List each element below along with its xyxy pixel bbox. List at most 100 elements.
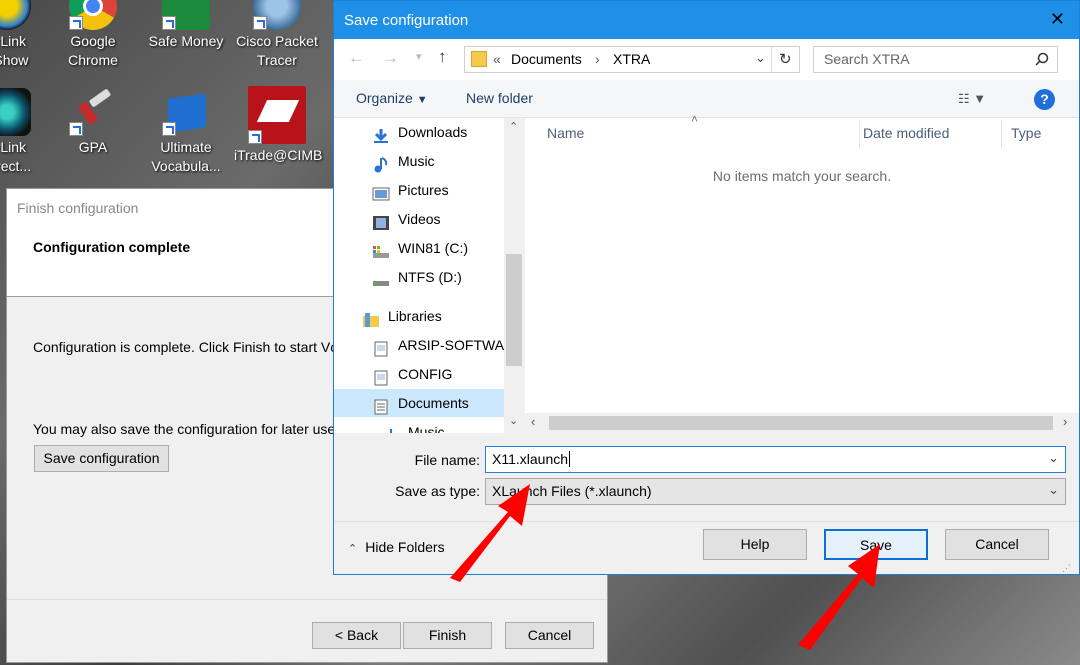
refresh-icon[interactable]: ↻	[779, 50, 792, 68]
search-input[interactable]: Search XTRA	[813, 46, 1058, 73]
nav-label: CONFIG	[398, 366, 453, 382]
desktop-icon-label: Tracer	[257, 52, 297, 68]
resize-grip-icon[interactable]: ⋰	[1062, 563, 1071, 574]
desktop-icon-powerlink-director[interactable]: erLink Direct...	[0, 88, 50, 176]
recent-locations-chevron-icon[interactable]: ▾	[416, 50, 422, 63]
chrome-icon	[69, 0, 117, 30]
wizard-divider	[7, 599, 607, 600]
itrade-icon	[248, 86, 306, 144]
file-list-pane: ˄ Name Date modified Type No items match…	[525, 112, 1079, 433]
desktop-icon-cisco-packet-tracer[interactable]: Cisco Packet Tracer	[234, 0, 320, 70]
drive-icon	[372, 270, 390, 287]
nav-label: Music	[408, 424, 445, 433]
scroll-down-icon[interactable]: ⌄	[509, 414, 518, 427]
collapse-chevron-icon: ⌃	[348, 543, 358, 555]
address-dropdown-chevron-icon[interactable]: ⌄	[755, 50, 766, 66]
navigation-scrollbar[interactable]: ⌃ ⌄	[504, 118, 524, 433]
nav-item-downloads[interactable]: Downloads	[372, 118, 467, 146]
desktop-icon-itrade-cimb[interactable]: iTrade@CIMB	[234, 86, 323, 165]
desktop-icon-label: Cisco Packet	[236, 33, 318, 49]
new-folder-button[interactable]: New folder	[466, 90, 533, 106]
horizontal-scrollbar[interactable]: ‹ ›	[525, 413, 1079, 433]
back-button[interactable]: < Back	[312, 622, 401, 649]
annotation-arrow-save-button	[798, 544, 880, 650]
book-icon	[162, 88, 210, 136]
empty-message: No items match your search.	[712, 168, 892, 184]
desktop-icon-powerlink-show[interactable]: erLink aShow	[0, 0, 50, 70]
nav-item-music-library[interactable]: Music	[382, 418, 445, 433]
save-configuration-button[interactable]: Save configuration	[34, 445, 169, 472]
shortcut-arrow-icon	[162, 122, 176, 136]
organize-menu[interactable]: Organize ▼	[356, 90, 428, 106]
desktop-icon-label: GPA	[78, 139, 108, 155]
desktop-icon-safe-money[interactable]: Safe Money	[143, 0, 229, 51]
back-arrow-icon[interactable]: ←	[348, 48, 365, 68]
nav-label: Libraries	[388, 308, 442, 324]
shortcut-arrow-icon	[69, 16, 83, 30]
desktop-icon-label: iTrade@CIMB	[234, 147, 323, 163]
desktop-icon-label: Google	[70, 33, 116, 49]
nav-label: NTFS (D:)	[398, 269, 462, 285]
breadcrumb-overflow[interactable]: «	[493, 51, 501, 67]
save-as-type-chevron-icon[interactable]: ⌄	[1048, 482, 1059, 498]
nav-item-pictures[interactable]: Pictures	[372, 176, 449, 204]
finish-button[interactable]: Finish	[403, 622, 492, 649]
desktop-icon-label: aShow	[0, 52, 29, 68]
search-placeholder: Search XTRA	[824, 51, 910, 67]
scroll-up-icon[interactable]: ⌃	[509, 120, 518, 133]
nav-label: Documents	[398, 395, 469, 411]
file-name-value: X11.xlaunch	[492, 451, 569, 467]
scrollbar-thumb[interactable]	[506, 254, 522, 366]
shortcut-arrow-icon	[253, 16, 267, 30]
organize-chevron-icon: ▼	[416, 94, 428, 106]
nav-item-videos[interactable]: Videos	[372, 205, 441, 233]
desktop-icon-label: erLink	[0, 139, 27, 155]
scroll-right-icon[interactable]: ›	[1063, 414, 1067, 429]
hide-folders-toggle[interactable]: ⌃ Hide Folders	[348, 539, 445, 555]
nav-item-documents[interactable]: Documents	[334, 389, 504, 417]
nav-item-ntfs-d[interactable]: NTFS (D:)	[372, 263, 462, 291]
desktop-icon-ultimate-vocabulary[interactable]: Ultimate Vocabula...	[143, 88, 229, 176]
file-name-input[interactable]: X11.xlaunch ⌄	[485, 446, 1066, 473]
desktop-icon-label: Ultimate	[160, 139, 212, 155]
breadcrumb-xtra[interactable]: XTRA	[613, 51, 650, 67]
column-header-type[interactable]: Type	[1003, 118, 1079, 148]
file-name-dropdown-chevron-icon[interactable]: ⌄	[1048, 450, 1059, 466]
dialog-cancel-button[interactable]: Cancel	[945, 529, 1049, 560]
nav-item-music[interactable]: Music	[372, 147, 435, 175]
library-icon	[372, 338, 390, 357]
file-name-label: File name:	[414, 452, 480, 468]
column-header-date-modified[interactable]: Date modified	[855, 118, 1001, 148]
nav-item-config[interactable]: CONFIG	[372, 360, 452, 388]
app-icon	[0, 88, 31, 136]
help-icon[interactable]: ?	[1034, 89, 1055, 110]
address-bar[interactable]: « Documents › XTRA ⌄ ↻	[464, 46, 800, 73]
nav-item-win81-c[interactable]: WIN81 (C:)	[372, 234, 468, 262]
desktop-icon-google-chrome[interactable]: Google Chrome	[50, 0, 136, 70]
packet-tracer-icon	[253, 0, 301, 30]
address-divider	[771, 47, 772, 72]
wizard-body-text: Configuration is complete. Click Finish …	[33, 339, 366, 355]
hscrollbar-thumb[interactable]	[549, 416, 1053, 430]
forward-arrow-icon[interactable]: →	[382, 48, 399, 68]
cancel-button[interactable]: Cancel	[505, 622, 594, 649]
desktop-icon-label: Direct...	[0, 158, 32, 174]
nav-item-arsip-software[interactable]: ARSIP-SOFTWARE	[372, 331, 524, 359]
dialog-titlebar: Save configuration ✕	[334, 1, 1079, 39]
navigation-bar: ← → ▾ ↑ « Documents › XTRA ⌄ ↻ Search XT…	[334, 39, 1079, 80]
nav-item-libraries[interactable]: Libraries	[362, 302, 442, 330]
breadcrumb-documents[interactable]: Documents	[511, 51, 582, 67]
close-icon[interactable]: ✕	[1050, 9, 1065, 30]
music-icon	[372, 154, 390, 173]
shortcut-arrow-icon	[162, 16, 176, 30]
folder-icon	[471, 51, 487, 67]
view-options-icon[interactable]: ☷ ▼	[958, 91, 986, 107]
up-arrow-icon[interactable]: ↑	[438, 47, 447, 67]
navigation-pane: Downloads Music Pictures Videos WIN81 (C…	[334, 118, 524, 433]
desktop-icon-gpa[interactable]: GPA	[50, 88, 136, 157]
nav-label: Music	[398, 153, 435, 169]
hide-folders-label: Hide Folders	[365, 539, 445, 555]
save-as-type-select[interactable]: XLaunch Files (*.xlaunch) ⌄	[485, 478, 1066, 505]
column-header-name[interactable]: Name	[539, 118, 859, 148]
scroll-left-icon[interactable]: ‹	[531, 414, 535, 429]
